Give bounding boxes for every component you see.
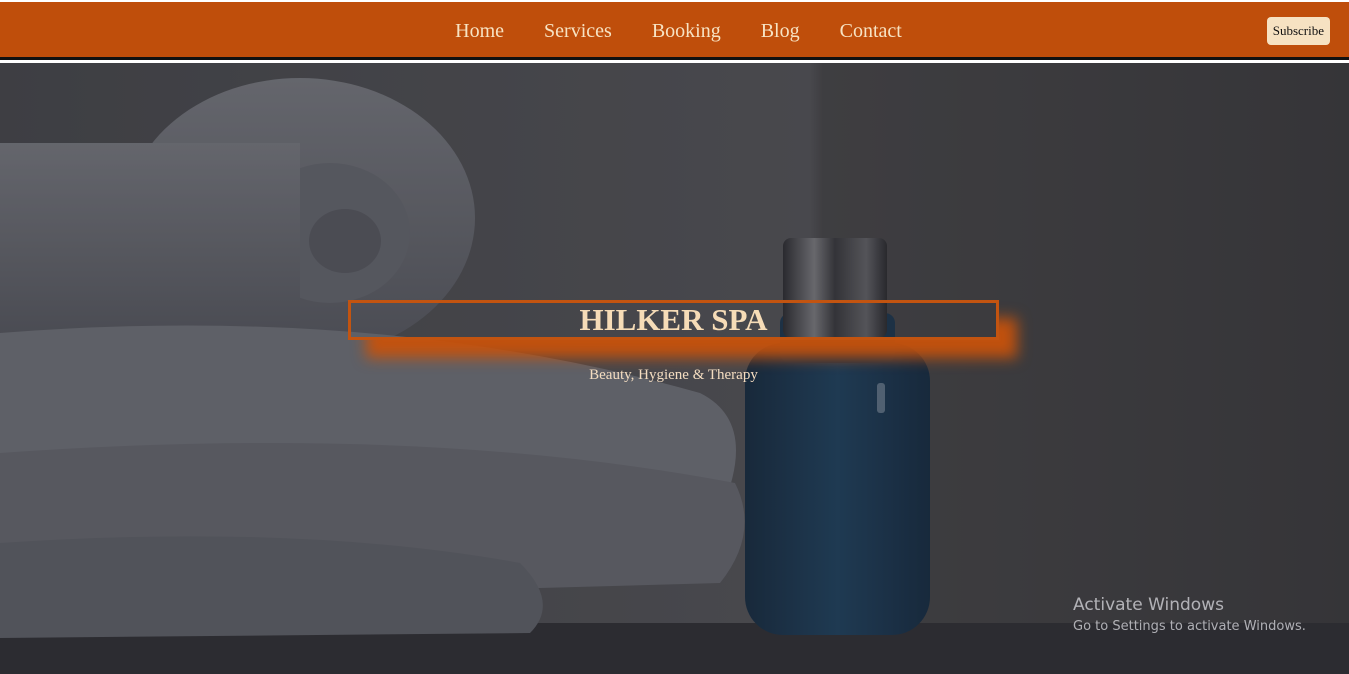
watermark-title: Activate Windows	[1073, 595, 1224, 615]
nav-link-booking[interactable]: Booking	[652, 20, 721, 43]
navbar: Home Services Booking Blog Contact Subsc…	[0, 2, 1349, 60]
hero-section: HILKER SPA Beauty, Hygiene & Therapy Act…	[0, 63, 1349, 674]
nav-link-services[interactable]: Services	[544, 20, 612, 43]
nav-link-blog[interactable]: Blog	[761, 20, 800, 43]
hero-subtitle: Beauty, Hygiene & Therapy	[589, 367, 758, 383]
windows-activation-watermark: Activate Windows Go to Settings to activ…	[1073, 595, 1306, 634]
subscribe-button[interactable]: Subscribe	[1266, 17, 1330, 45]
nav-menu: Home Services Booking Blog Contact	[0, 2, 1349, 60]
watermark-subtitle: Go to Settings to activate Windows.	[1073, 619, 1306, 634]
nav-link-home[interactable]: Home	[455, 20, 504, 43]
hero-title: HILKER SPA	[579, 302, 768, 337]
nav-link-contact[interactable]: Contact	[840, 20, 902, 43]
